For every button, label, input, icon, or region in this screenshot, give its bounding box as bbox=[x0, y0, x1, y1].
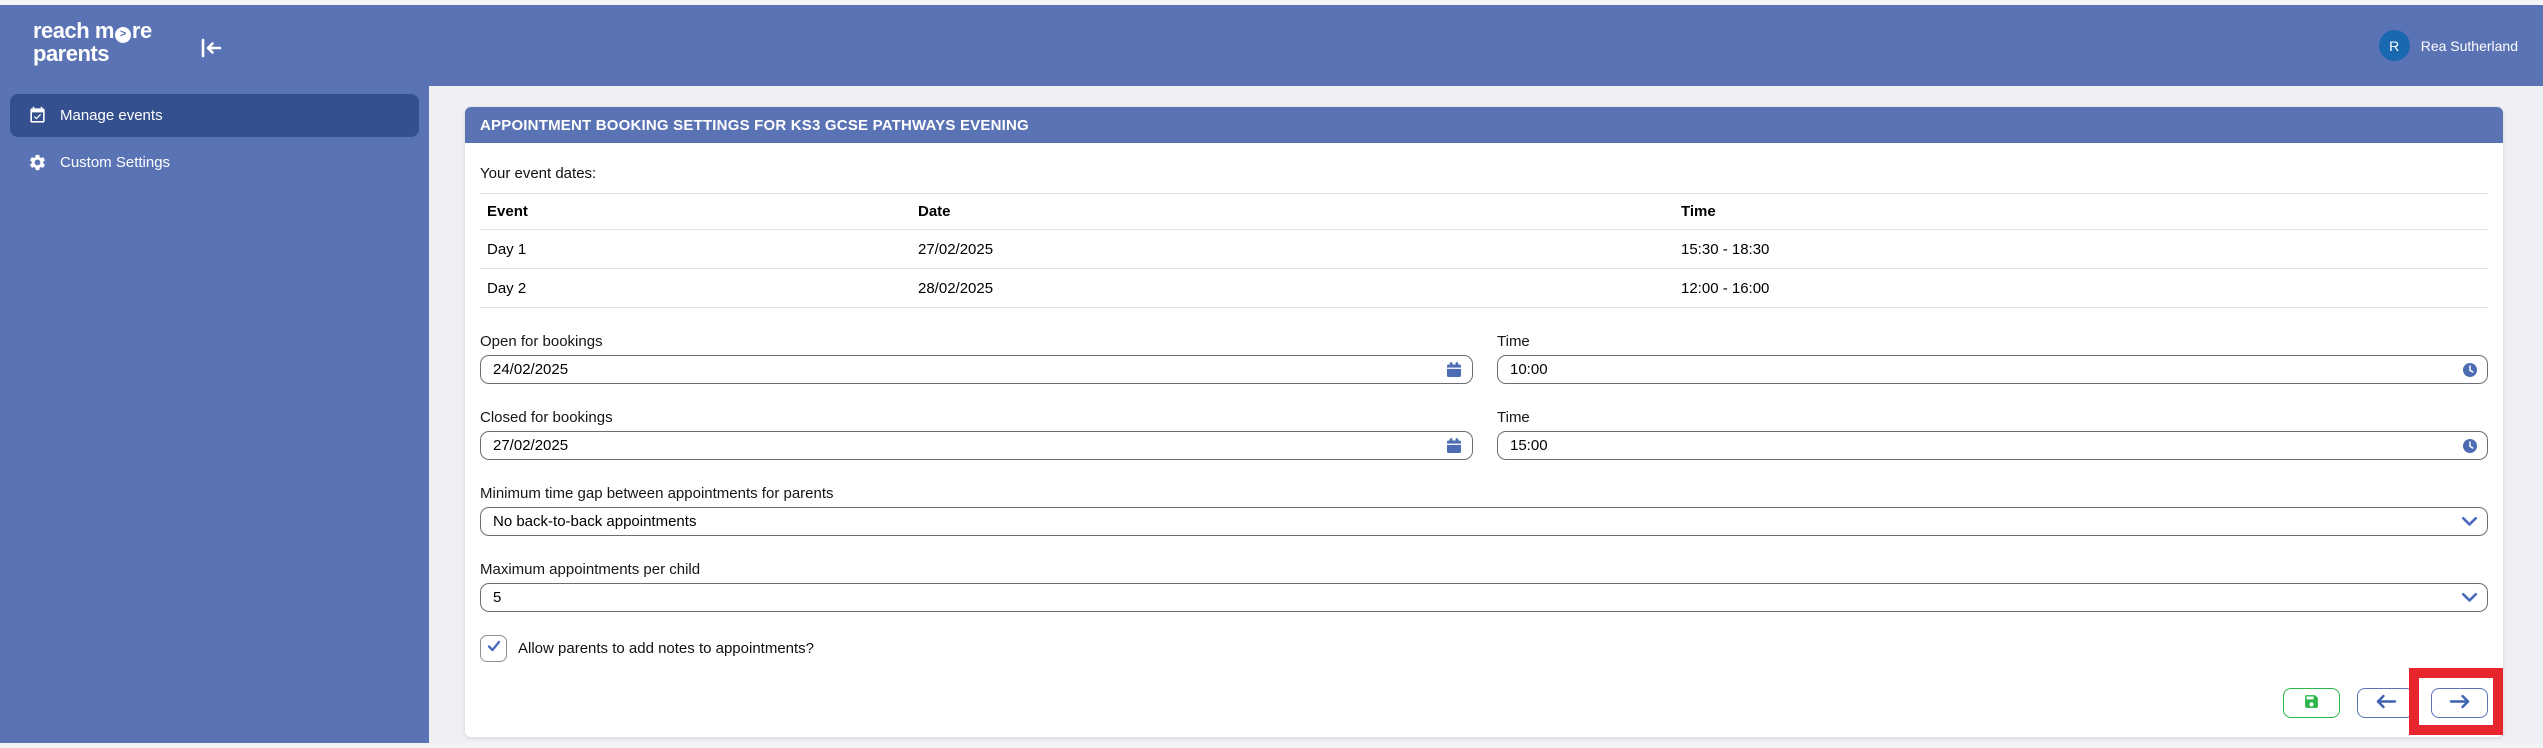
event-name-cell: Day 2 bbox=[480, 280, 911, 297]
table-row: Day 1 27/02/2025 15:30 - 18:30 bbox=[480, 230, 2488, 269]
logo-line2: parents bbox=[33, 41, 109, 66]
calendar-check-icon bbox=[27, 106, 47, 126]
gear-icon bbox=[27, 152, 47, 172]
closed-for-bookings-label: Closed for bookings bbox=[480, 409, 1473, 426]
sidebar: Manage events Custom Settings bbox=[0, 86, 429, 743]
logo-line1: reach m>re bbox=[33, 18, 152, 43]
arrow-left-icon bbox=[2374, 694, 2398, 712]
sidebar-item-manage-events[interactable]: Manage events bbox=[10, 94, 419, 137]
closed-time-input[interactable]: 15:00 bbox=[1497, 431, 2488, 460]
next-button[interactable] bbox=[2431, 688, 2488, 718]
arrow-right-icon bbox=[2448, 694, 2472, 712]
chevron-down-icon bbox=[2461, 592, 2478, 603]
column-header-date: Date bbox=[911, 203, 1674, 220]
user-name: Rea Sutherland bbox=[2421, 38, 2518, 54]
sidebar-item-label: Custom Settings bbox=[60, 154, 170, 171]
allow-notes-checkbox[interactable] bbox=[480, 635, 507, 662]
calendar-icon[interactable] bbox=[1445, 361, 1463, 379]
min-gap-label: Minimum time gap between appointments fo… bbox=[480, 485, 2488, 502]
user-menu[interactable]: R Rea Sutherland bbox=[2379, 5, 2518, 86]
open-time-label: Time bbox=[1497, 333, 2488, 350]
logo-arrow-o-icon: > bbox=[115, 27, 131, 43]
min-gap-select[interactable]: No back-to-back appointments bbox=[480, 507, 2488, 536]
collapse-sidebar-icon[interactable] bbox=[196, 36, 226, 60]
app-header: reach m>re parents R Rea Sutherland bbox=[0, 5, 2543, 86]
brand-logo: reach m>re parents bbox=[33, 20, 152, 64]
open-time-input[interactable]: 10:00 bbox=[1497, 355, 2488, 384]
max-appointments-label: Maximum appointments per child bbox=[480, 561, 2488, 578]
selected-option: No back-to-back appointments bbox=[493, 513, 2461, 530]
panel-header: APPOINTMENT BOOKING SETTINGS FOR KS3 GCS… bbox=[465, 107, 2503, 143]
sidebar-item-custom-settings[interactable]: Custom Settings bbox=[10, 143, 419, 181]
booking-settings-panel: APPOINTMENT BOOKING SETTINGS FOR KS3 GCS… bbox=[465, 107, 2503, 737]
check-icon bbox=[485, 637, 503, 660]
event-date-cell: 27/02/2025 bbox=[911, 241, 1674, 258]
column-header-event: Event bbox=[480, 203, 911, 220]
closed-time-label: Time bbox=[1497, 409, 2488, 426]
chevron-down-icon bbox=[2461, 516, 2478, 527]
table-row: Day 2 28/02/2025 12:00 - 16:00 bbox=[480, 269, 2488, 308]
avatar[interactable]: R bbox=[2379, 30, 2410, 61]
selected-option: 5 bbox=[493, 589, 2461, 606]
event-date-cell: 28/02/2025 bbox=[911, 280, 1674, 297]
allow-notes-label: Allow parents to add notes to appointmen… bbox=[518, 640, 814, 657]
open-for-bookings-date-input[interactable]: 24/02/2025 bbox=[480, 355, 1473, 384]
panel-body: Your event dates: Event Date Time Day 1 … bbox=[465, 143, 2503, 737]
table-header-row: Event Date Time bbox=[480, 194, 2488, 230]
column-header-time: Time bbox=[1674, 203, 2488, 220]
closed-for-bookings-date-input[interactable]: 27/02/2025 bbox=[480, 431, 1473, 460]
calendar-icon[interactable] bbox=[1445, 437, 1463, 455]
sidebar-item-label: Manage events bbox=[60, 107, 163, 124]
clock-icon[interactable] bbox=[2462, 362, 2478, 378]
save-icon bbox=[2303, 693, 2320, 713]
event-time-cell: 12:00 - 16:00 bbox=[1674, 280, 2488, 297]
event-time-cell: 15:30 - 18:30 bbox=[1674, 241, 2488, 258]
event-dates-intro: Your event dates: bbox=[480, 143, 2488, 181]
date-value: 27/02/2025 bbox=[493, 437, 1445, 454]
date-value: 24/02/2025 bbox=[493, 361, 1445, 378]
max-appointments-select[interactable]: 5 bbox=[480, 583, 2488, 612]
bottom-edge-strip bbox=[0, 743, 2543, 748]
clock-icon[interactable] bbox=[2462, 438, 2478, 454]
footer-buttons bbox=[2283, 688, 2488, 718]
event-dates-table: Event Date Time Day 1 27/02/2025 15:30 -… bbox=[480, 193, 2488, 308]
time-value: 10:00 bbox=[1510, 361, 2462, 378]
save-button[interactable] bbox=[2283, 688, 2340, 718]
panel-title: APPOINTMENT BOOKING SETTINGS FOR KS3 GCS… bbox=[480, 117, 1029, 134]
back-button[interactable] bbox=[2357, 688, 2414, 718]
event-name-cell: Day 1 bbox=[480, 241, 911, 258]
time-value: 15:00 bbox=[1510, 437, 2462, 454]
open-for-bookings-label: Open for bookings bbox=[480, 333, 1473, 350]
